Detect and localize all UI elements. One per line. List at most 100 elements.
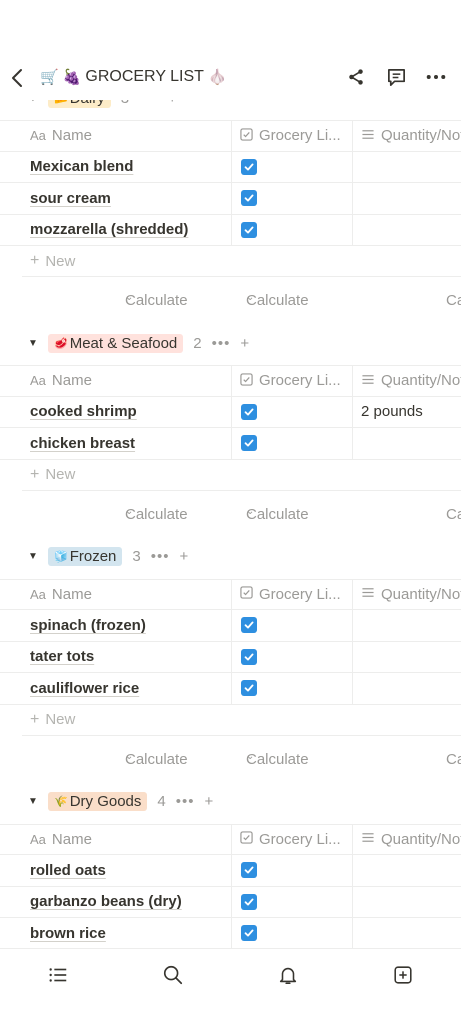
quantity-cell[interactable] bbox=[353, 215, 461, 246]
list-icon[interactable] bbox=[46, 963, 70, 987]
calculate-label: Calculate bbox=[246, 505, 309, 523]
checkbox-checked[interactable] bbox=[241, 403, 257, 420]
cart-emoji-icon: 🛒 bbox=[40, 69, 59, 86]
quantity-cell[interactable] bbox=[353, 183, 461, 214]
checkbox-type-icon bbox=[240, 831, 253, 847]
name-column-header[interactable]: Aa Name bbox=[22, 121, 232, 151]
item-name[interactable]: tater tots bbox=[22, 641, 232, 672]
toggle-triangle-icon[interactable]: ▼ bbox=[28, 551, 38, 562]
table-row[interactable]: chicken breast bbox=[0, 428, 461, 460]
group-add-icon[interactable]: + bbox=[180, 548, 190, 565]
item-name[interactable]: cauliflower rice bbox=[22, 673, 232, 704]
group-more-icon[interactable]: ••• bbox=[151, 548, 170, 565]
checkbox-checked[interactable] bbox=[241, 893, 257, 910]
item-name[interactable]: Mexican blend bbox=[22, 151, 232, 182]
quantity-column-header[interactable]: Quantity/Notes bbox=[353, 121, 461, 151]
item-name[interactable]: garbanzo beans (dry) bbox=[22, 886, 232, 917]
checkbox-checked[interactable] bbox=[241, 158, 257, 175]
checkbox-checked[interactable] bbox=[241, 221, 257, 238]
quantity-cell[interactable] bbox=[353, 152, 461, 183]
checkbox-checked[interactable] bbox=[241, 617, 257, 634]
new-row-button[interactable]: + New bbox=[22, 460, 461, 491]
quantity-cell[interactable] bbox=[353, 642, 461, 673]
comment-icon[interactable] bbox=[385, 66, 407, 88]
name-column-label: Name bbox=[51, 372, 92, 390]
item-name[interactable]: sour cream bbox=[22, 183, 232, 214]
quantity-column-header[interactable]: Quantity/Notes bbox=[353, 580, 461, 610]
checkbox-checked[interactable] bbox=[241, 925, 257, 942]
group-tag[interactable]: 🌾 Dry Goods bbox=[48, 792, 148, 811]
item-name[interactable]: cooked shrimp bbox=[22, 396, 232, 427]
grocery-cell bbox=[232, 396, 353, 427]
table-row[interactable]: spinach (frozen) bbox=[0, 610, 461, 642]
table-row[interactable]: mozzarella (shredded) bbox=[0, 214, 461, 246]
column-header-row: Aa Name Grocery Li... Quantity/Notes bbox=[0, 365, 461, 397]
checkbox-checked[interactable] bbox=[241, 648, 257, 665]
table-row[interactable]: tater tots bbox=[0, 641, 461, 673]
grocery-column-header[interactable]: Grocery Li... bbox=[232, 579, 353, 609]
group-add-icon[interactable]: + bbox=[205, 793, 215, 810]
grocery-cell bbox=[232, 610, 353, 641]
chevron-down-icon: ⌄ bbox=[125, 750, 134, 762]
name-column-header[interactable]: Aa Name bbox=[22, 824, 232, 854]
item-name[interactable]: spinach (frozen) bbox=[22, 610, 232, 641]
text-lines-icon bbox=[361, 128, 375, 144]
quantity-column-header[interactable]: Quantity/Notes bbox=[353, 825, 461, 855]
table-row[interactable]: Mexican blend bbox=[0, 151, 461, 183]
grapes-emoji-icon: 🍇 bbox=[62, 69, 82, 86]
page-title[interactable]: 🛒 🍇 GROCERY LIST 🧄 bbox=[40, 68, 227, 86]
quantity-cell[interactable] bbox=[353, 428, 461, 459]
table-row[interactable]: sour cream bbox=[0, 183, 461, 215]
share-icon[interactable] bbox=[345, 66, 367, 88]
toggle-triangle-icon[interactable]: ▼ bbox=[28, 338, 38, 349]
item-name[interactable]: mozzarella (shredded) bbox=[22, 214, 232, 245]
grocery-column-label: Grocery Li... bbox=[259, 372, 341, 390]
quantity-column-label: Quantity/Notes bbox=[381, 127, 461, 145]
grocery-column-label: Grocery Li... bbox=[259, 127, 341, 145]
garlic-emoji-icon: 🧄 bbox=[207, 69, 227, 86]
page-title-text: GROCERY LIST bbox=[85, 68, 204, 85]
quantity-cell[interactable] bbox=[353, 918, 461, 948]
item-name[interactable]: brown rice bbox=[22, 918, 232, 948]
checkbox-checked[interactable] bbox=[241, 680, 257, 697]
group-more-icon[interactable]: ••• bbox=[176, 793, 195, 810]
toggle-triangle-icon[interactable]: ▼ bbox=[28, 796, 38, 807]
group-add-icon[interactable]: + bbox=[240, 335, 250, 352]
bell-icon[interactable] bbox=[276, 963, 300, 987]
quantity-cell[interactable] bbox=[353, 855, 461, 886]
quantity-column-header[interactable]: Quantity/Notes bbox=[353, 366, 461, 396]
table-row[interactable]: rolled oats bbox=[0, 855, 461, 887]
checkbox-checked[interactable] bbox=[241, 190, 257, 207]
more-options-icon[interactable] bbox=[425, 66, 447, 88]
bottom-nav bbox=[0, 948, 461, 1000]
group-tag[interactable]: 🧊 Frozen bbox=[48, 547, 123, 566]
back-arrow-icon[interactable] bbox=[8, 67, 28, 89]
name-column-header[interactable]: Aa Name bbox=[22, 366, 232, 396]
group-2: ▼ 🧊 Frozen 3 ••• + Aa Name Grocery Li... Quantity… bbox=[0, 535, 461, 768]
quantity-cell[interactable] bbox=[353, 887, 461, 918]
text-type-icon: Aa bbox=[30, 373, 46, 389]
quantity-cell[interactable] bbox=[353, 610, 461, 641]
table-row[interactable]: cauliflower rice bbox=[0, 673, 461, 705]
group-tag[interactable]: 🥩 Meat & Seafood bbox=[48, 333, 184, 353]
table-row[interactable]: cooked shrimp 2 pounds bbox=[0, 396, 461, 428]
new-page-icon[interactable] bbox=[391, 963, 415, 987]
checkbox-checked[interactable] bbox=[241, 435, 257, 452]
grocery-column-header[interactable]: Grocery Li... bbox=[232, 121, 353, 151]
group-more-icon[interactable]: ••• bbox=[212, 335, 231, 352]
checkbox-checked[interactable] bbox=[241, 862, 257, 879]
quantity-cell[interactable] bbox=[353, 673, 461, 704]
grocery-column-header[interactable]: Grocery Li... bbox=[232, 824, 353, 854]
new-row-button[interactable]: + New bbox=[22, 246, 461, 277]
chevron-down-icon: ⌄ bbox=[125, 505, 134, 517]
table-row[interactable]: brown rice bbox=[0, 918, 461, 948]
name-column-header[interactable]: Aa Name bbox=[22, 579, 232, 609]
quantity-cell[interactable]: 2 pounds bbox=[353, 397, 461, 428]
item-name[interactable]: chicken breast bbox=[22, 428, 232, 459]
search-icon[interactable] bbox=[161, 963, 185, 987]
table-row[interactable]: garbanzo beans (dry) bbox=[0, 886, 461, 918]
item-name[interactable]: rolled oats bbox=[22, 855, 232, 886]
new-row-button[interactable]: + New bbox=[22, 705, 461, 736]
grocery-column-header[interactable]: Grocery Li... bbox=[232, 366, 353, 396]
